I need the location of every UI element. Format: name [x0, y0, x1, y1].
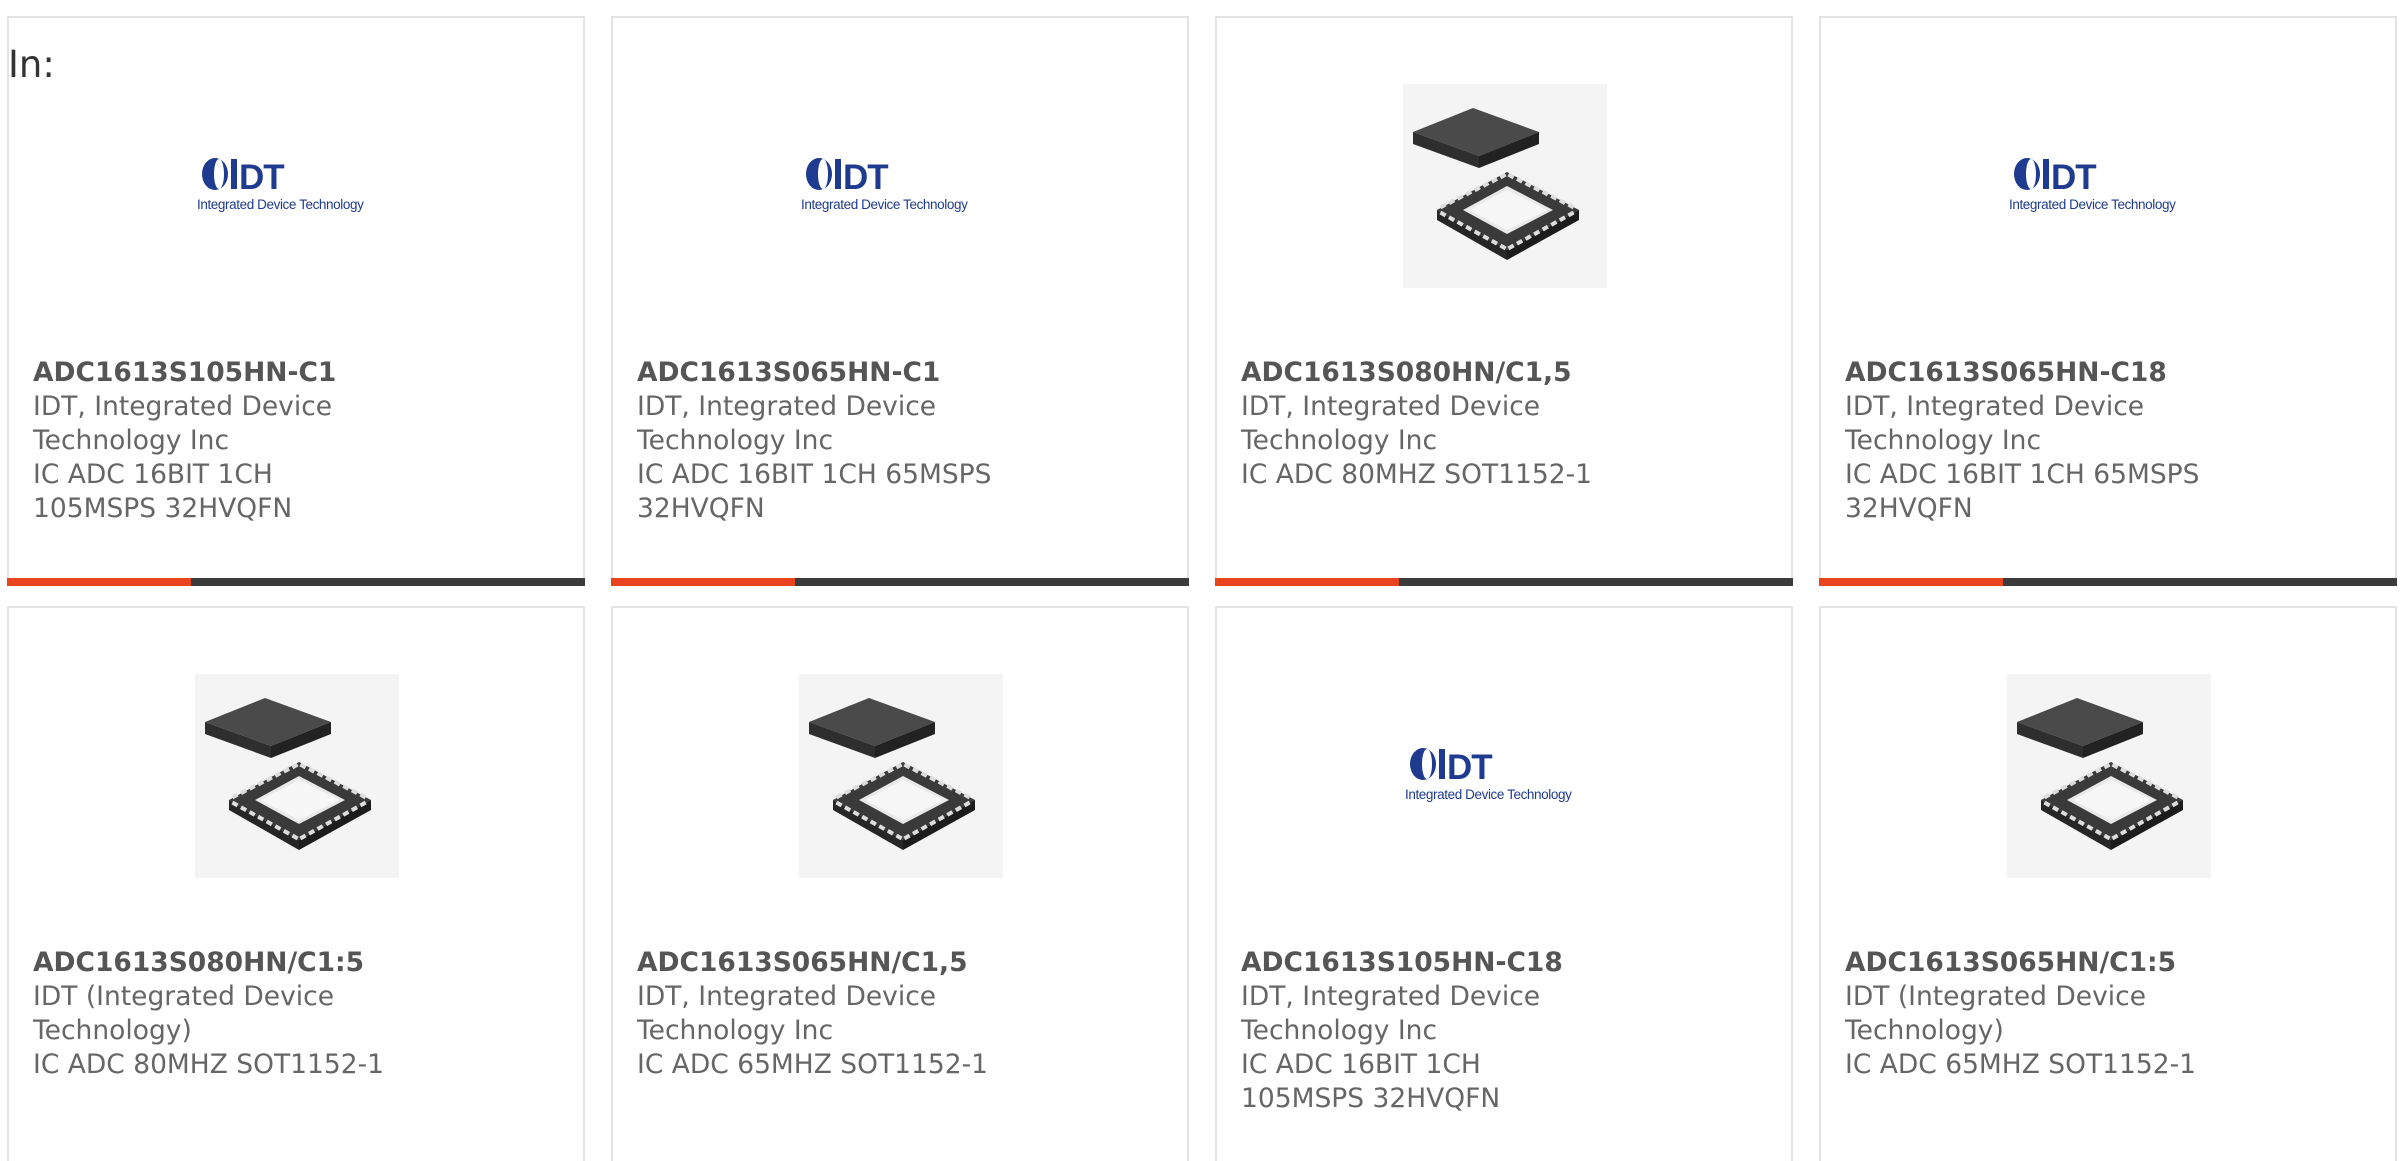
idt-logo-image: DT Integrated Device Technology [799, 84, 1003, 288]
description: IC ADC 65MHZ SOT1152-1 [1845, 1049, 2197, 1080]
part-number[interactable]: ADC1613S080HN/C1,5 [1241, 356, 1775, 390]
part-number[interactable]: ADC1613S105HN-C1 [33, 356, 567, 390]
description: IC ADC 80MHZ SOT1152-1 [1241, 459, 1593, 490]
product-card[interactable]: DT Integrated Device Technology ADC1613S0… [611, 16, 1189, 586]
card-accent-bar [1215, 578, 1399, 586]
manufacturer: IDT, Integrated Device Technology Inc [637, 391, 937, 456]
svg-text:DT: DT [1447, 748, 1492, 787]
card-bottom-bar [7, 578, 585, 586]
svg-text:DT: DT [843, 158, 888, 197]
part-number[interactable]: ADC1613S065HN/C1:5 [1845, 946, 2379, 980]
part-number[interactable]: ADC1613S065HN-C1 [637, 356, 1171, 390]
svg-text:Integrated Device Technology: Integrated Device Technology [2009, 197, 2176, 212]
product-card[interactable]: ADC1613S080HN/C1,5 IDT, Integrated Devic… [1215, 16, 1793, 586]
part-number[interactable]: ADC1613S065HN/C1,5 [637, 946, 1171, 980]
product-card[interactable]: ADC1613S080HN/C1:5 IDT (Integrated Devic… [7, 606, 585, 1161]
idt-logo-image: DT Integrated Device Technology [195, 84, 399, 288]
manufacturer: IDT (Integrated Device Technology) [33, 981, 334, 1046]
description: IC ADC 16BIT 1CH 65MSPS 32HVQFN [637, 459, 992, 524]
manufacturer: IDT, Integrated Device Technology Inc [1845, 391, 2145, 456]
manufacturer: IDT, Integrated Device Technology Inc [33, 391, 333, 456]
svg-text:DT: DT [2051, 158, 2096, 197]
card-bottom-bar [611, 578, 1189, 586]
svg-text:Integrated Device Technology: Integrated Device Technology [1405, 787, 1572, 802]
card-accent-bar [1819, 578, 2003, 586]
qfn-chip-image [195, 674, 399, 878]
idt-logo-image: DT Integrated Device Technology [2007, 84, 2211, 288]
description: IC ADC 16BIT 1CH 105MSPS 32HVQFN [1241, 1049, 1501, 1114]
part-number[interactable]: ADC1613S080HN/C1:5 [33, 946, 567, 980]
svg-text:Integrated Device Technology: Integrated Device Technology [197, 197, 364, 212]
product-card[interactable]: ADC1613S065HN/C1,5 IDT, Integrated Devic… [611, 606, 1189, 1161]
manufacturer: IDT, Integrated Device Technology Inc [1241, 981, 1541, 1046]
part-number[interactable]: ADC1613S065HN-C18 [1845, 356, 2379, 390]
qfn-chip-image [799, 674, 1003, 878]
part-number[interactable]: ADC1613S105HN-C18 [1241, 946, 1775, 980]
svg-text:Integrated Device Technology: Integrated Device Technology [801, 197, 968, 212]
product-card[interactable]: DT Integrated Device Technology ADC1613S0… [1819, 16, 2397, 586]
description: IC ADC 65MHZ SOT1152-1 [637, 1049, 989, 1080]
description: IC ADC 16BIT 1CH 105MSPS 32HVQFN [33, 459, 293, 524]
qfn-chip-image [2007, 674, 2211, 878]
product-card[interactable]: DT Integrated Device Technology ADC1613S1… [1215, 606, 1793, 1161]
svg-text:DT: DT [239, 158, 284, 197]
description: IC ADC 16BIT 1CH 65MSPS 32HVQFN [1845, 459, 2200, 524]
description: IC ADC 80MHZ SOT1152-1 [33, 1049, 385, 1080]
manufacturer: IDT (Integrated Device Technology) [1845, 981, 2146, 1046]
card-accent-bar [7, 578, 191, 586]
qfn-chip-image [1403, 84, 1607, 288]
manufacturer: IDT, Integrated Device Technology Inc [637, 981, 937, 1046]
card-bottom-bar [1819, 578, 2397, 586]
card-accent-bar [611, 578, 795, 586]
filter-label: In: [8, 43, 55, 86]
manufacturer: IDT, Integrated Device Technology Inc [1241, 391, 1541, 456]
card-bottom-bar [1215, 578, 1793, 586]
idt-logo-image: DT Integrated Device Technology [1403, 674, 1607, 878]
product-card[interactable]: DT Integrated Device Technology ADC1613S1… [7, 16, 585, 586]
product-card[interactable]: ADC1613S065HN/C1:5 IDT (Integrated Devic… [1819, 606, 2397, 1161]
product-grid-page: In: DT Integrated Device Technology ADC16… [0, 0, 2400, 1161]
